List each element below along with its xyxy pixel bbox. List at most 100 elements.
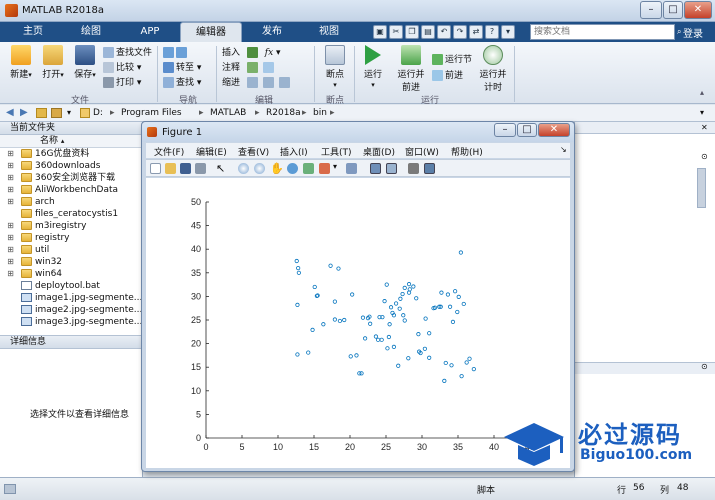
- qat-undo-icon[interactable]: ↶: [437, 25, 451, 39]
- find-button[interactable]: 查找 ▾: [163, 76, 201, 90]
- qat-switch-icon[interactable]: ⇄: [469, 25, 483, 39]
- name-column-header[interactable]: 名称 ▴: [0, 135, 142, 148]
- compare-button[interactable]: 比较 ▾: [103, 61, 141, 75]
- file-list-item[interactable]: ⊞ registry: [0, 232, 142, 244]
- menu-window[interactable]: 窗口(W): [405, 145, 439, 158]
- menu-insert[interactable]: 插入(I): [280, 145, 308, 158]
- print-figure-icon[interactable]: [195, 163, 206, 174]
- menu-view[interactable]: 查看(V): [238, 145, 269, 158]
- tab-view[interactable]: 视图: [302, 22, 356, 42]
- tab-plots[interactable]: 绘图: [62, 22, 120, 42]
- file-list-item[interactable]: files_ceratocystis1: [0, 208, 142, 220]
- qat-options-icon[interactable]: ▾: [501, 25, 515, 39]
- figure-title-bar[interactable]: Figure 1 – □ ✕: [142, 122, 574, 142]
- file-list-item[interactable]: ⊞ arch: [0, 196, 142, 208]
- login-link[interactable]: 登录: [683, 25, 703, 40]
- new-button[interactable]: 新建▾: [4, 45, 38, 80]
- breadcrumb-drive[interactable]: D:: [93, 108, 103, 118]
- insert-button[interactable]: 插入 fx ▾: [222, 46, 281, 60]
- file-list-item[interactable]: ⊞ 16G优盘资料: [0, 148, 142, 160]
- expand-icon[interactable]: ⊞: [6, 220, 15, 232]
- save-button[interactable]: 保存▾: [68, 45, 102, 80]
- file-list-item[interactable]: ⊞ AliWorkbenchData: [0, 184, 142, 196]
- minimize-button[interactable]: –: [640, 1, 662, 19]
- figure-maximize-button[interactable]: □: [517, 123, 537, 137]
- address-dropdown-icon[interactable]: ▾: [700, 108, 704, 117]
- zoom-in-icon[interactable]: [238, 163, 249, 174]
- qat-paste-icon[interactable]: ▤: [421, 25, 435, 39]
- maximize-button[interactable]: □: [663, 1, 683, 19]
- menu-edit[interactable]: 编辑(E): [196, 145, 227, 158]
- expand-icon[interactable]: ⊞: [6, 244, 15, 256]
- forward-icon[interactable]: ▶: [20, 107, 28, 118]
- fx-icon[interactable]: fx: [265, 48, 273, 58]
- expand-icon[interactable]: ⊞: [6, 196, 15, 208]
- expand-icon[interactable]: ⊞: [6, 256, 15, 268]
- back-icon[interactable]: ◀: [6, 107, 14, 118]
- tab-publish[interactable]: 发布: [246, 22, 298, 42]
- pan-icon[interactable]: ✋: [270, 162, 284, 175]
- menu-help[interactable]: 帮助(H): [451, 145, 483, 158]
- nav-back-forward[interactable]: [163, 46, 189, 60]
- link-plot-icon[interactable]: [346, 163, 357, 174]
- qat-help-icon[interactable]: ?: [485, 25, 499, 39]
- open-button[interactable]: 打开▾: [36, 45, 70, 80]
- hide-plot-tools-icon[interactable]: [408, 163, 419, 174]
- brush-dropdown-icon[interactable]: ▾: [333, 162, 337, 171]
- print-button[interactable]: 打印 ▾: [103, 76, 141, 90]
- file-list-item[interactable]: image1.jpg-segmente...: [0, 292, 142, 304]
- run-and-advance-button[interactable]: 运行并 前进: [394, 45, 428, 93]
- rotate-3d-icon[interactable]: [287, 163, 298, 174]
- qat-cut-icon[interactable]: ✂: [389, 25, 403, 39]
- breakpoints-button[interactable]: 断点 ▾: [318, 45, 352, 90]
- save-figure-icon[interactable]: [180, 163, 191, 174]
- vertical-scrollbar[interactable]: [697, 168, 706, 208]
- tab-editor[interactable]: 编辑器: [180, 22, 242, 42]
- open-file-icon[interactable]: [165, 163, 176, 174]
- breadcrumb-bin[interactable]: bin: [313, 108, 327, 118]
- data-cursor-icon[interactable]: [303, 163, 314, 174]
- up-folder-icon[interactable]: [36, 108, 47, 118]
- run-button[interactable]: 运行 ▾: [356, 45, 390, 90]
- expand-icon[interactable]: ⊞: [6, 232, 15, 244]
- qat-copy-icon[interactable]: ❐: [405, 25, 419, 39]
- file-list-item[interactable]: ⊞ util: [0, 244, 142, 256]
- colorbar-icon[interactable]: [370, 163, 381, 174]
- panel-close-icon[interactable]: ✕: [701, 123, 708, 132]
- show-plot-tools-icon[interactable]: [424, 163, 435, 174]
- indent-button[interactable]: 缩进: [222, 76, 292, 90]
- tab-home[interactable]: 主页: [8, 22, 58, 42]
- file-list-item[interactable]: deploytool.bat: [0, 280, 142, 292]
- menu-tools[interactable]: 工具(T): [321, 145, 352, 158]
- qat-save-icon[interactable]: ▣: [373, 25, 387, 39]
- figure-close-button[interactable]: ✕: [538, 123, 570, 137]
- collapse-ribbon-icon[interactable]: ▴: [700, 88, 704, 97]
- run-section-button[interactable]: 运行节: [432, 53, 472, 67]
- brush-icon[interactable]: [319, 163, 330, 174]
- menu-dock-icon[interactable]: ↘: [560, 145, 567, 154]
- expand-icon[interactable]: ⊞: [6, 184, 15, 196]
- file-list-item[interactable]: ⊞ 360安全浏览器下载: [0, 172, 142, 184]
- expand-icon[interactable]: ⊞: [6, 268, 15, 280]
- breadcrumb-program-files[interactable]: Program Files: [121, 108, 182, 118]
- search-input[interactable]: [530, 24, 675, 40]
- qat-redo-icon[interactable]: ↷: [453, 25, 467, 39]
- dropdown-icon[interactable]: ▾: [67, 108, 71, 117]
- panel-menu-icon[interactable]: ⊙: [701, 152, 708, 161]
- expand-icon[interactable]: ⊞: [6, 148, 15, 160]
- figure-minimize-button[interactable]: –: [494, 123, 516, 137]
- workspace-menu-icon[interactable]: ⊙: [701, 362, 708, 371]
- advance-button[interactable]: 前进: [432, 69, 463, 83]
- breadcrumb-matlab[interactable]: MATLAB: [210, 108, 246, 118]
- expand-icon[interactable]: ⊞: [6, 172, 15, 184]
- menu-desktop[interactable]: 桌面(D): [363, 145, 395, 158]
- menu-file[interactable]: 文件(F): [154, 145, 184, 158]
- file-list-item[interactable]: ⊞ m3iregistry: [0, 220, 142, 232]
- file-list-item[interactable]: ⊞ win32: [0, 256, 142, 268]
- file-list-item[interactable]: image3.jpg-segmente...: [0, 316, 142, 328]
- search-icon[interactable]: ⌕: [677, 27, 681, 37]
- legend-icon[interactable]: [386, 163, 397, 174]
- comment-button[interactable]: 注释: [222, 61, 276, 75]
- run-and-time-button[interactable]: 运行并 计时: [476, 45, 510, 93]
- close-button[interactable]: ✕: [684, 1, 712, 19]
